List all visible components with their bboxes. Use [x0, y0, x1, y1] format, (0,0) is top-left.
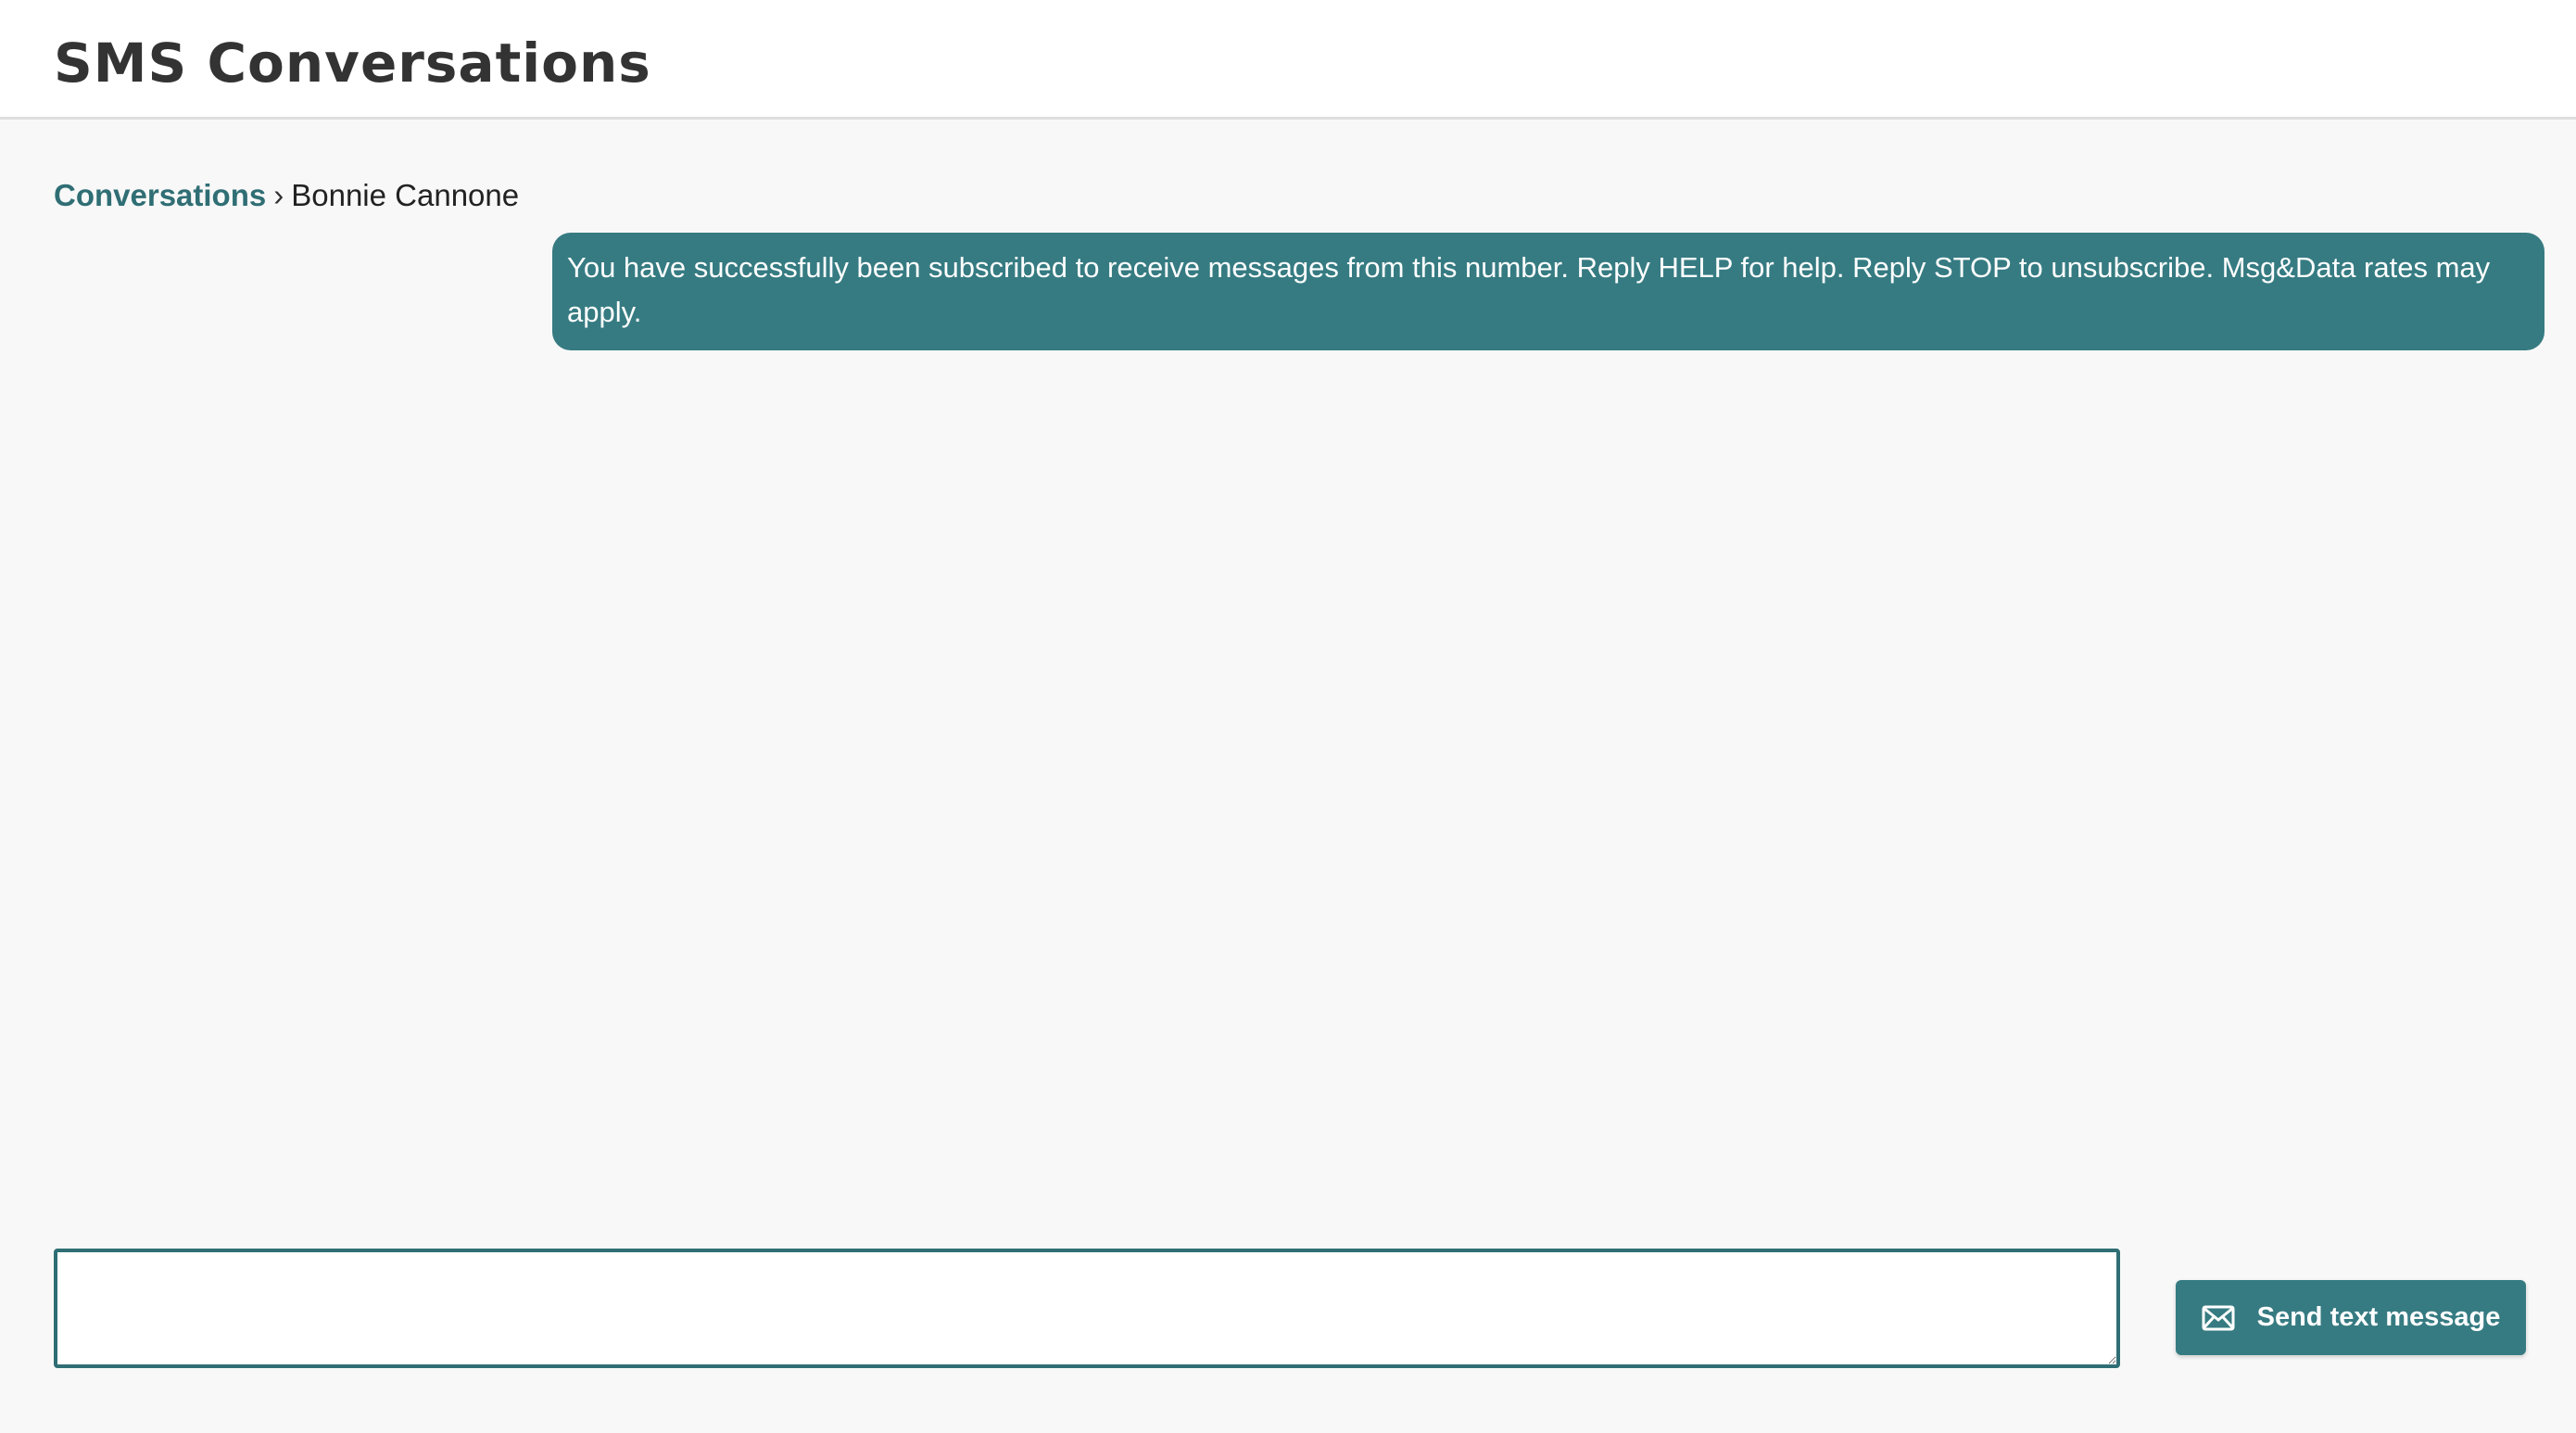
app-header: SMS Conversations: [0, 0, 2576, 120]
message-text: You have successfully been subscribed to…: [567, 251, 2491, 328]
breadcrumb-conversations-link[interactable]: Conversations: [54, 178, 266, 212]
breadcrumb: Conversations › Bonnie Cannone: [54, 172, 519, 219]
send-text-message-button[interactable]: Send text message: [2176, 1280, 2526, 1355]
outgoing-message-bubble: You have successfully been subscribed to…: [552, 233, 2544, 350]
breadcrumb-current: Bonnie Cannone: [291, 178, 520, 212]
page-title: SMS Conversations: [54, 32, 651, 95]
send-button-label: Send text message: [2256, 1302, 2501, 1332]
envelope-icon: [2202, 1305, 2235, 1331]
breadcrumb-separator: ›: [273, 178, 284, 212]
message-compose-input[interactable]: [54, 1249, 2120, 1368]
